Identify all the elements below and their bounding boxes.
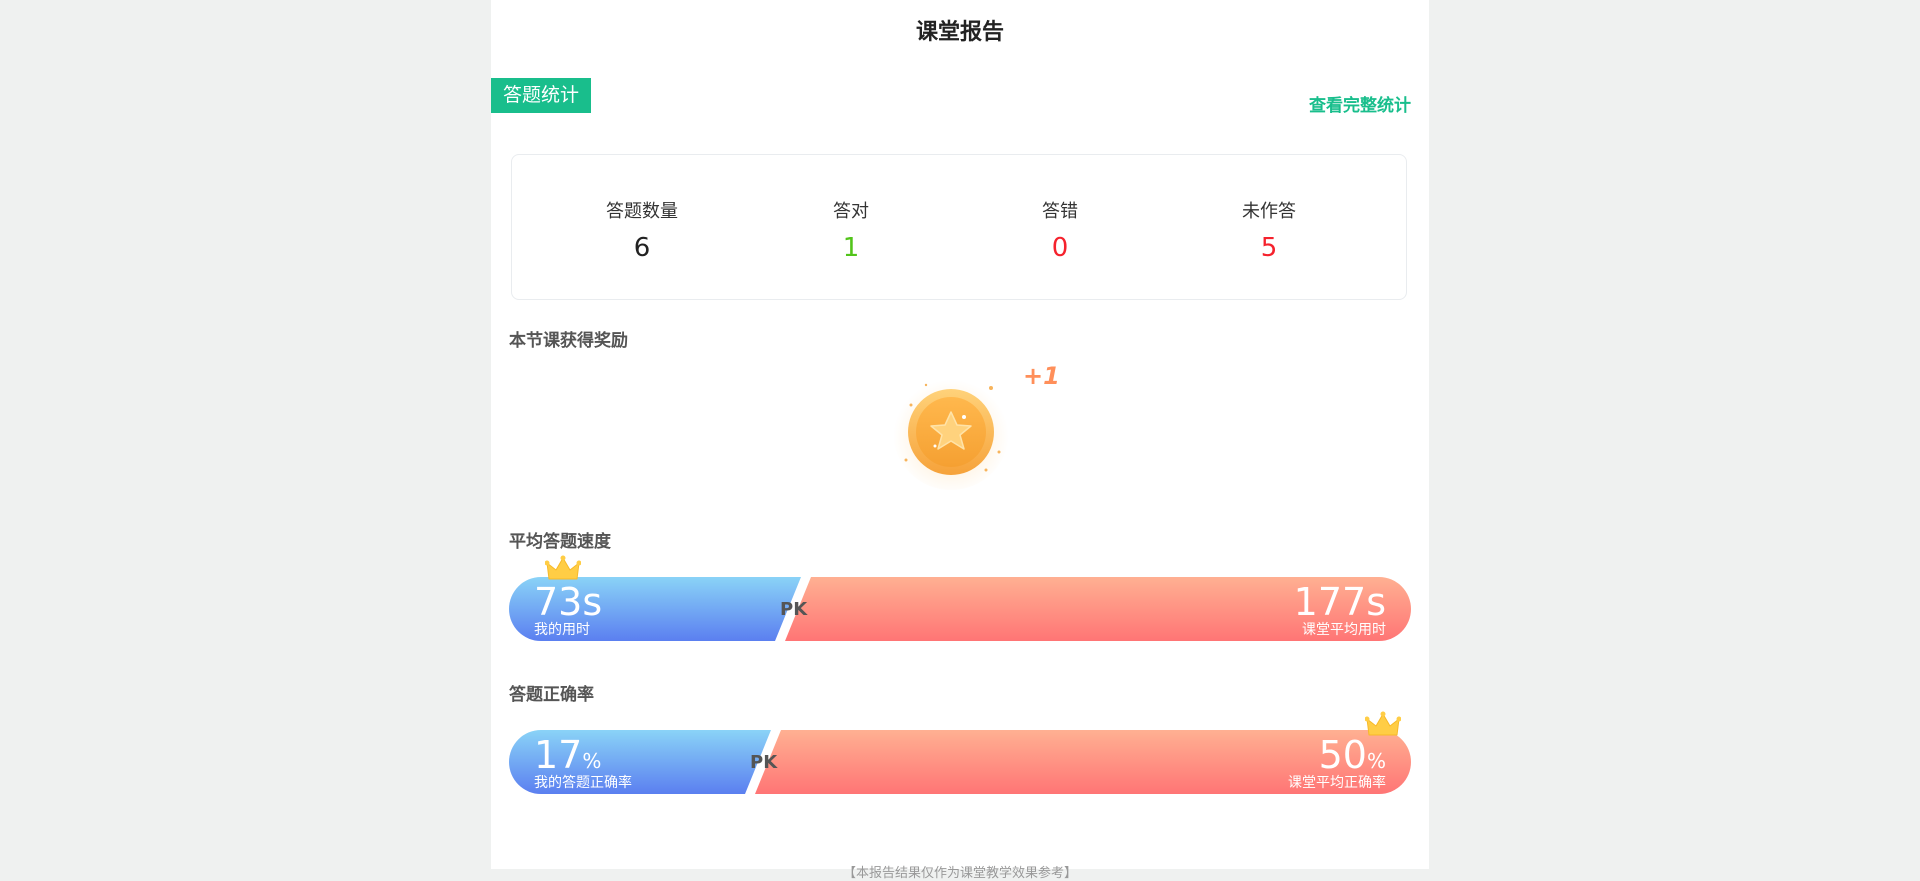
stat-unanswered: 未作答 5 [1189, 197, 1349, 263]
speed-class-value: 177s [1293, 580, 1386, 624]
stat-wrong: 答错 0 [980, 197, 1140, 263]
stat-total: 答题数量 6 [562, 197, 722, 263]
crown-icon [545, 555, 581, 580]
star-coin-icon [893, 374, 1009, 490]
reward-section-title: 本节课获得奖励 [509, 331, 628, 351]
stat-correct-label: 答对 [833, 201, 869, 222]
stat-unanswered-value: 5 [1260, 233, 1278, 263]
answer-stats-tag: 答题统计 [491, 78, 591, 113]
stat-total-value: 6 [633, 233, 651, 263]
reward-bonus: +1 [1023, 362, 1060, 390]
stat-wrong-label: 答错 [1042, 201, 1078, 222]
accuracy-pk-bar: 17% 我的答题正确率 PK 50% 课堂平均正确率 [509, 730, 1411, 794]
stat-correct: 答对 1 [771, 197, 931, 263]
speed-pk-bar: 73s 我的用时 PK 177s 课堂平均用时 [509, 577, 1411, 641]
page-title: 课堂报告 [915, 20, 1004, 45]
speed-mine-label: 我的用时 [534, 622, 590, 638]
accuracy-class-label: 课堂平均正确率 [1288, 775, 1386, 791]
accuracy-pk-label: PK [750, 752, 778, 773]
crown-icon [1365, 711, 1401, 736]
stat-unanswered-label: 未作答 [1242, 201, 1296, 222]
accuracy-section-title: 答题正确率 [509, 685, 594, 705]
speed-mine-value: 73s [534, 580, 603, 624]
accuracy-mine-label: 我的答题正确率 [534, 775, 632, 791]
answer-stats-card: 答题数量 6 答对 1 答错 0 未作答 5 [511, 154, 1407, 300]
speed-class-label: 课堂平均用时 [1302, 622, 1386, 638]
speed-pk-label: PK [780, 599, 808, 620]
stat-total-label: 答题数量 [606, 201, 678, 222]
stat-correct-value: 1 [842, 233, 860, 263]
stat-wrong-value: 0 [1051, 233, 1069, 263]
view-full-stats-link[interactable]: 查看完整统计 [1309, 91, 1411, 116]
speed-section-title: 平均答题速度 [509, 532, 611, 552]
report-page: 课堂报告 答题统计 查看完整统计 答题数量 6 答对 1 答错 0 未作答 5 … [491, 0, 1429, 881]
footer-note: 【本报告结果仅作为课堂教学效果参考】 [842, 866, 1077, 881]
